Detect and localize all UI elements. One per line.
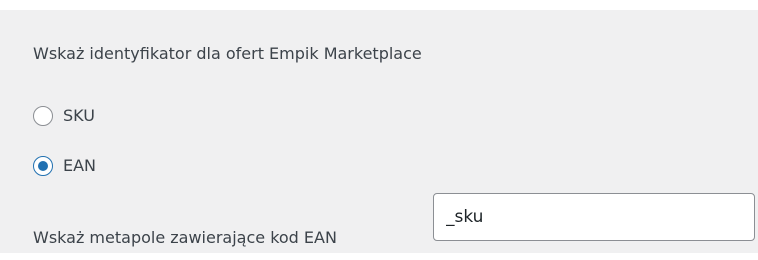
sku-radio-label: SKU [63,106,95,125]
radio-dot-icon [38,161,48,171]
radio-option-ean[interactable]: EAN [33,154,96,178]
ean-radio-button[interactable] [33,156,53,176]
ean-meta-input[interactable] [433,193,755,241]
sku-radio-button[interactable] [33,106,53,126]
ean-meta-row: Wskaż metapole zawierające kod EAN [33,216,337,256]
radio-option-sku[interactable]: SKU [33,104,95,128]
ean-radio-label: EAN [63,156,97,175]
identifier-heading: Wskaż identyfikator dla ofert Empik Mark… [33,44,422,63]
ean-meta-label: Wskaż metapole zawierające kod EAN [33,228,337,247]
